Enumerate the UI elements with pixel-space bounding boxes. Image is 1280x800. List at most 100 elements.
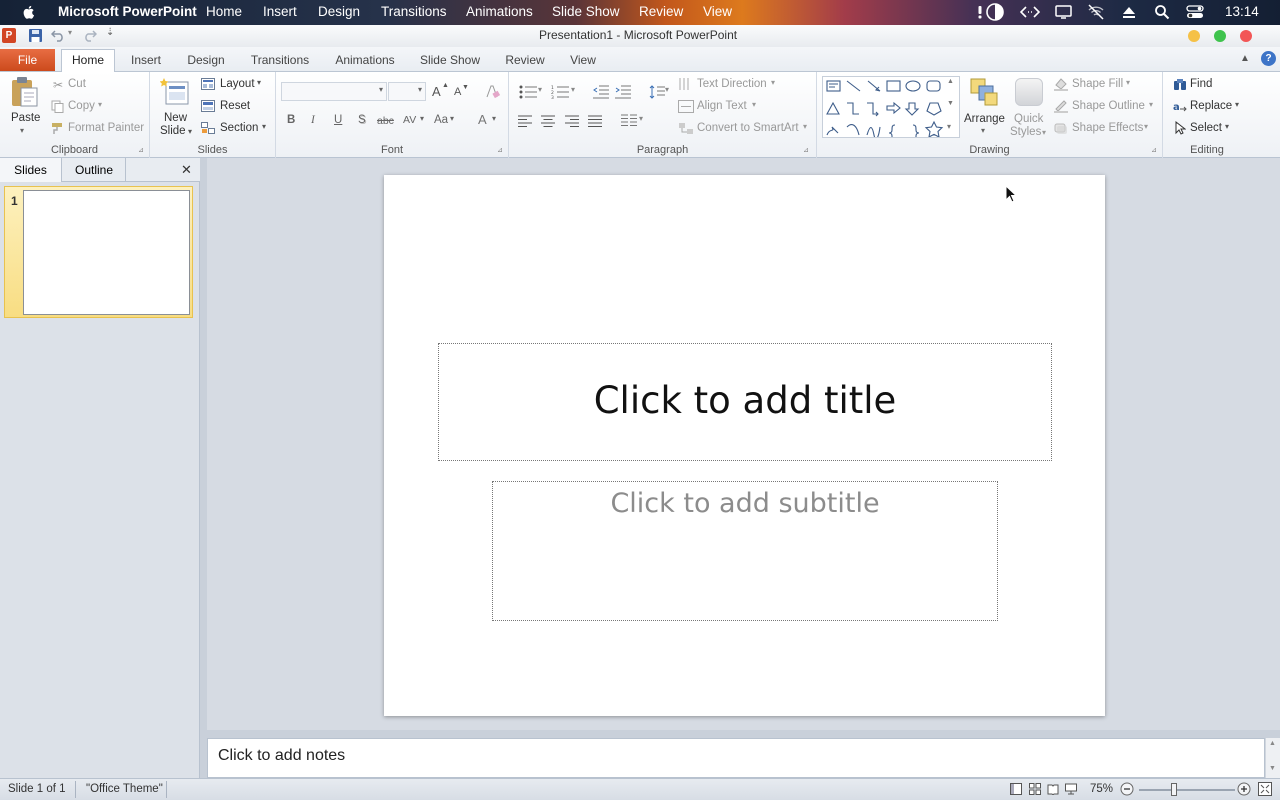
tab-insert[interactable]: Insert xyxy=(125,51,167,72)
decrease-indent-icon[interactable] xyxy=(593,85,609,99)
bold-button[interactable]: B xyxy=(287,114,295,126)
replace-dropdown-icon[interactable]: ▾ xyxy=(1235,100,1239,109)
section-button[interactable]: Section xyxy=(220,122,258,134)
search-icon[interactable] xyxy=(1154,4,1170,20)
text-shadow-button[interactable]: S xyxy=(358,114,366,126)
menu-slide-show[interactable]: Slide Show xyxy=(552,4,620,19)
tab-transitions[interactable]: Transitions xyxy=(245,51,315,72)
align-left-icon[interactable] xyxy=(518,115,532,127)
maximize-button[interactable] xyxy=(1214,30,1226,42)
zoom-out-icon[interactable] xyxy=(1120,782,1134,796)
menu-clock[interactable]: 13:14 xyxy=(1225,4,1259,19)
cut-button[interactable]: Cut xyxy=(68,78,86,90)
layout-dropdown-icon[interactable]: ▾ xyxy=(257,78,261,87)
format-painter-button[interactable]: Format Painter xyxy=(68,122,144,134)
drawing-launcher-icon[interactable]: ⊿ xyxy=(1151,146,1157,154)
quick-styles-label-line2[interactable]: Styles xyxy=(1010,126,1041,138)
shapes-scroll-up-icon[interactable]: ▲ xyxy=(947,78,954,85)
dark-mode-icon[interactable] xyxy=(986,3,1004,21)
quick-styles-dropdown-icon[interactable]: ▾ xyxy=(1042,128,1046,137)
shrink-font-button[interactable]: A xyxy=(454,86,461,98)
grow-font-button[interactable]: A xyxy=(432,84,441,99)
control-center-icon[interactable] xyxy=(1186,4,1204,20)
paragraph-launcher-icon[interactable]: ⊿ xyxy=(803,146,809,154)
convert-smartart-button[interactable]: Convert to SmartArt xyxy=(697,122,799,134)
normal-view-icon[interactable] xyxy=(1010,783,1022,795)
numbering-dropdown-icon[interactable]: ▾ xyxy=(571,85,575,94)
code-icon[interactable] xyxy=(1020,4,1040,20)
new-slide-dropdown-icon[interactable]: ▾ xyxy=(188,127,192,136)
close-button[interactable] xyxy=(1240,30,1252,42)
subtitle-placeholder[interactable]: Click to add subtitle xyxy=(492,481,998,621)
section-dropdown-icon[interactable]: ▾ xyxy=(262,122,266,131)
zoom-slider-thumb[interactable] xyxy=(1170,783,1177,796)
change-case-button[interactable]: Aa xyxy=(434,114,448,126)
close-panel-icon[interactable]: ✕ xyxy=(181,162,192,178)
collapse-ribbon-icon[interactable]: ▲ xyxy=(1240,53,1250,64)
slide-thumbnail-preview[interactable] xyxy=(23,190,190,315)
eject-icon[interactable] xyxy=(1121,4,1137,20)
display-icon[interactable] xyxy=(1055,4,1072,20)
save-icon[interactable] xyxy=(28,28,43,43)
slideshow-view-icon[interactable] xyxy=(1065,783,1077,795)
reading-view-icon[interactable] xyxy=(1047,783,1059,795)
line-spacing-dropdown-icon[interactable]: ▾ xyxy=(665,85,669,94)
text-direction-dropdown-icon[interactable]: ▾ xyxy=(771,78,775,87)
copy-dropdown-icon[interactable]: ▾ xyxy=(98,100,102,109)
notes-pane[interactable]: Click to add notes xyxy=(207,738,1265,778)
paste-icon[interactable] xyxy=(9,76,39,108)
align-right-icon[interactable] xyxy=(565,115,579,127)
notes-splitter[interactable] xyxy=(207,730,1280,738)
notes-scroll-up-icon[interactable]: ▲ xyxy=(1269,740,1276,747)
tab-view[interactable]: View xyxy=(563,51,603,72)
slide-sorter-icon[interactable] xyxy=(1029,783,1041,795)
arrange-label[interactable]: Arrange xyxy=(964,113,1005,125)
minimize-button[interactable] xyxy=(1188,30,1200,42)
shape-outline-dropdown-icon[interactable]: ▾ xyxy=(1149,100,1153,109)
paste-dropdown-icon[interactable]: ▾ xyxy=(20,126,24,135)
menu-design[interactable]: Design xyxy=(318,4,360,19)
align-center-icon[interactable] xyxy=(541,115,555,127)
character-spacing-button[interactable]: AV xyxy=(403,114,416,126)
shape-outline-button[interactable]: Shape Outline xyxy=(1072,100,1145,112)
quick-styles-label-line1[interactable]: Quick xyxy=(1014,113,1043,125)
app-menu-name[interactable]: Microsoft PowerPoint xyxy=(58,4,197,19)
new-slide-icon[interactable] xyxy=(160,78,190,106)
convert-smartart-dropdown-icon[interactable]: ▾ xyxy=(803,122,807,131)
new-slide-label-line1[interactable]: New xyxy=(164,112,187,124)
replace-button[interactable]: Replace xyxy=(1190,100,1232,112)
tab-animations[interactable]: Animations xyxy=(329,51,401,72)
numbering-icon[interactable]: 123 xyxy=(551,85,569,99)
paste-label[interactable]: Paste xyxy=(11,112,40,124)
select-button[interactable]: Select xyxy=(1190,122,1222,134)
shapes-scroll-down-icon[interactable]: ▼ xyxy=(947,100,954,107)
zoom-level[interactable]: 75% xyxy=(1090,783,1113,795)
bullets-icon[interactable] xyxy=(519,85,537,99)
layout-button[interactable]: Layout xyxy=(220,78,255,90)
shape-effects-button[interactable]: Shape Effects xyxy=(1072,122,1143,134)
font-color-button[interactable]: A xyxy=(478,112,487,127)
zoom-in-icon[interactable] xyxy=(1237,782,1251,796)
clipboard-launcher-icon[interactable]: ⊿ xyxy=(138,146,144,154)
menu-insert[interactable]: Insert xyxy=(263,4,297,19)
panel-splitter[interactable] xyxy=(200,158,207,778)
undo-dropdown-icon[interactable]: ▾ xyxy=(68,28,72,37)
font-size-select[interactable]: ▾ xyxy=(388,82,426,101)
italic-button[interactable]: I xyxy=(311,114,315,126)
font-name-select[interactable]: ▾ xyxy=(281,82,387,101)
shape-fill-dropdown-icon[interactable]: ▾ xyxy=(1126,78,1130,87)
shapes-gallery[interactable] xyxy=(822,76,960,141)
redo-icon[interactable] xyxy=(83,28,97,42)
increase-indent-icon[interactable] xyxy=(615,85,631,99)
font-launcher-icon[interactable]: ⊿ xyxy=(497,146,503,154)
customize-toolbar-icon[interactable]: ⇣ xyxy=(106,27,114,38)
tab-outline-panel[interactable]: Outline xyxy=(63,158,126,182)
tab-design[interactable]: Design xyxy=(181,51,231,72)
tab-home[interactable]: Home xyxy=(61,49,115,73)
arrange-icon[interactable] xyxy=(969,77,999,107)
line-spacing-icon[interactable] xyxy=(649,84,665,100)
change-case-dropdown-icon[interactable]: ▾ xyxy=(450,114,454,123)
copy-button[interactable]: Copy xyxy=(68,100,95,112)
font-color-dropdown-icon[interactable]: ▾ xyxy=(492,114,496,123)
columns-dropdown-icon[interactable]: ▾ xyxy=(639,114,643,123)
